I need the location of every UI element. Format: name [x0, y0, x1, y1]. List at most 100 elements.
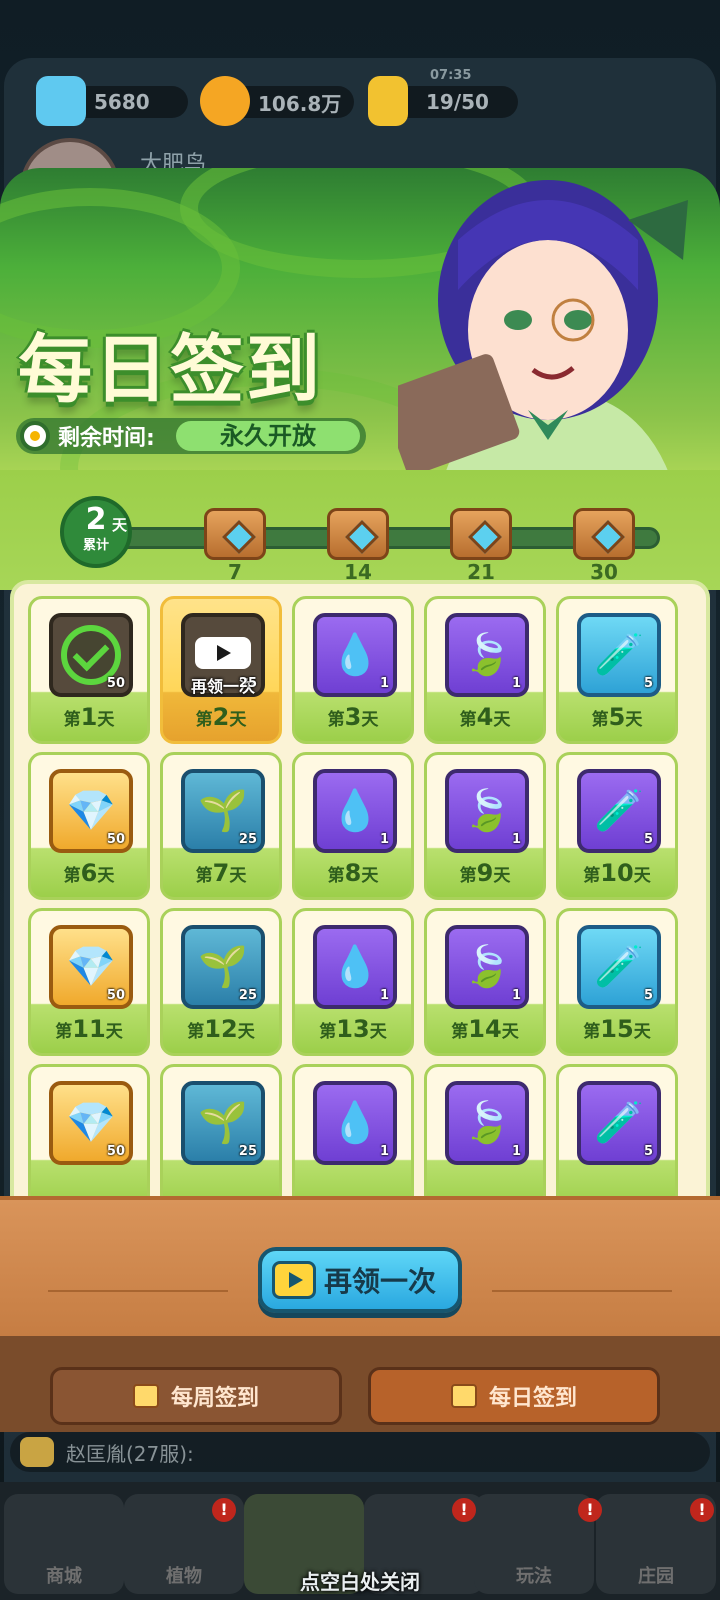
reward-icon-box: 🧪 5: [577, 1081, 661, 1165]
reward-card[interactable]: 🍃 1 第4天: [424, 596, 546, 744]
clock-icon: [20, 421, 50, 451]
reward-card[interactable]: 🍃 1: [424, 1064, 546, 1212]
diamond-icon: 💎: [66, 788, 116, 834]
claim-again-button[interactable]: 再领一次: [258, 1247, 462, 1313]
reward-quantity: 1: [379, 1144, 389, 1159]
gem-counter[interactable]: 5680: [36, 76, 188, 126]
reward-quantity: 1: [379, 832, 389, 847]
reward-quantity: 25: [238, 988, 257, 1003]
reward-card[interactable]: 🧪 5 第15天: [556, 908, 678, 1056]
day-prefix: 第: [583, 1022, 601, 1042]
reward-card[interactable]: 50 第1天: [28, 596, 150, 744]
day-prefix: 第: [583, 866, 601, 886]
reward-card[interactable]: 🧪 5: [556, 1064, 678, 1212]
day-number: 5: [608, 703, 626, 731]
day-prefix: 第: [459, 710, 477, 730]
reward-card[interactable]: 💧 1 第8天: [292, 752, 414, 900]
coin-counter[interactable]: 106.8万: [200, 76, 354, 126]
day-label: 第2天: [163, 703, 279, 731]
potion-icon: 🧪: [594, 1100, 644, 1146]
energy-counter[interactable]: 19/50: [368, 76, 518, 126]
day-prefix: 第: [327, 866, 345, 886]
coin-icon: [200, 76, 250, 126]
reward-icon-box: 🌱 25: [181, 925, 265, 1009]
day-number: 8: [344, 859, 362, 887]
reward-quantity: 5: [643, 676, 653, 691]
day-prefix: 第: [451, 1022, 469, 1042]
claim-again-overlay[interactable]: 再领一次: [173, 673, 273, 697]
day-prefix: 第: [327, 710, 345, 730]
day-number: 9: [476, 859, 494, 887]
cumulative-label: 累计: [82, 538, 109, 553]
chat-bar[interactable]: 赵匡胤(27服):: [10, 1432, 710, 1472]
tv-icon: [272, 1261, 316, 1299]
day-prefix: 第: [55, 1022, 73, 1042]
remaining-time-label: 剩余时间:: [58, 426, 155, 451]
reward-card[interactable]: 🌱 25: [160, 1064, 282, 1212]
notification-dot: !: [690, 1498, 714, 1522]
reward-icon-box: 🧪 5: [577, 769, 661, 853]
day-number: 11: [72, 1015, 106, 1043]
close-hint[interactable]: 点空白处关闭: [0, 1566, 720, 1595]
day-suffix: 天: [97, 866, 115, 886]
day-number: 15: [600, 1015, 634, 1043]
reward-icon-box: 💧 1: [313, 1081, 397, 1165]
milestone-chest-icon[interactable]: [327, 508, 389, 560]
chat-bubble-icon: [20, 1437, 54, 1467]
reward-quantity: 1: [511, 1144, 521, 1159]
reward-card[interactable]: 再领一次 25 第2天: [160, 596, 282, 744]
day-suffix: 天: [105, 1022, 123, 1042]
notification-dot: !: [452, 1498, 476, 1522]
tab-weekly-signin[interactable]: 每周签到: [50, 1367, 342, 1425]
reward-card[interactable]: 🌱 25 第12天: [160, 908, 282, 1056]
reward-card[interactable]: 💧 1: [292, 1064, 414, 1212]
day-number: 7: [212, 859, 230, 887]
day-label: 第14天: [427, 1015, 543, 1043]
reward-card[interactable]: 🍃 1 第14天: [424, 908, 546, 1056]
milestone-chest-icon[interactable]: [450, 508, 512, 560]
day-suffix: 天: [625, 710, 643, 730]
day-label: 第13天: [295, 1015, 411, 1043]
milestone-chest-icon[interactable]: [573, 508, 635, 560]
day-label: 第3天: [295, 703, 411, 731]
reward-card[interactable]: 🍃 1 第9天: [424, 752, 546, 900]
day-number: 2: [212, 703, 230, 731]
day-label: 第8天: [295, 859, 411, 887]
reward-icon-box: 🧪 5: [577, 925, 661, 1009]
day-label: 第5天: [559, 703, 675, 731]
day-suffix: 天: [229, 710, 247, 730]
reward-card[interactable]: 💎 50 第11天: [28, 908, 150, 1056]
day-suffix: 天: [361, 866, 379, 886]
day-number: 6: [80, 859, 98, 887]
day-suffix: 天: [633, 1022, 651, 1042]
tab-daily-label: 每日签到: [488, 1386, 577, 1411]
tab-daily-signin[interactable]: 每日签到: [368, 1367, 660, 1425]
reward-icon-box: 🍃 1: [445, 925, 529, 1009]
reward-quantity: 1: [511, 832, 521, 847]
seed-icon: 🌱: [198, 788, 248, 834]
leaf-icon: 🍃: [462, 1100, 512, 1146]
reward-card[interactable]: 💎 50: [28, 1064, 150, 1212]
reward-card[interactable]: 💧 1 第13天: [292, 908, 414, 1056]
reward-card[interactable]: 🧪 5 第5天: [556, 596, 678, 744]
day-number: 13: [336, 1015, 370, 1043]
reward-card[interactable]: 🧪 5 第10天: [556, 752, 678, 900]
reward-quantity: 1: [511, 676, 521, 691]
day-label: 第1天: [31, 703, 147, 731]
reward-card[interactable]: 💧 1 第3天: [292, 596, 414, 744]
day-prefix: 第: [63, 866, 81, 886]
droplet-icon: 💧: [330, 632, 380, 678]
reward-card[interactable]: 🌱 25 第7天: [160, 752, 282, 900]
day-prefix: 第: [459, 866, 477, 886]
reward-grid-panel[interactable]: 50 第1天 再领一次 25 第2天 💧 1 第3天 🍃 1 第4天 🧪 5 第5天 💎 50 第6天 🌱 25 第7…: [10, 580, 710, 1220]
day-suffix: 天: [229, 866, 247, 886]
diamond-icon: 💎: [66, 944, 116, 990]
lightning-icon: [368, 76, 408, 126]
milestone-chest-icon[interactable]: [204, 508, 266, 560]
day-label: 第6天: [31, 859, 147, 887]
reward-card[interactable]: 💎 50 第6天: [28, 752, 150, 900]
remaining-time-value: 永久开放: [176, 421, 360, 451]
gem-icon: [36, 76, 86, 126]
day-suffix: 天: [361, 710, 379, 730]
reward-quantity: 5: [643, 1144, 653, 1159]
